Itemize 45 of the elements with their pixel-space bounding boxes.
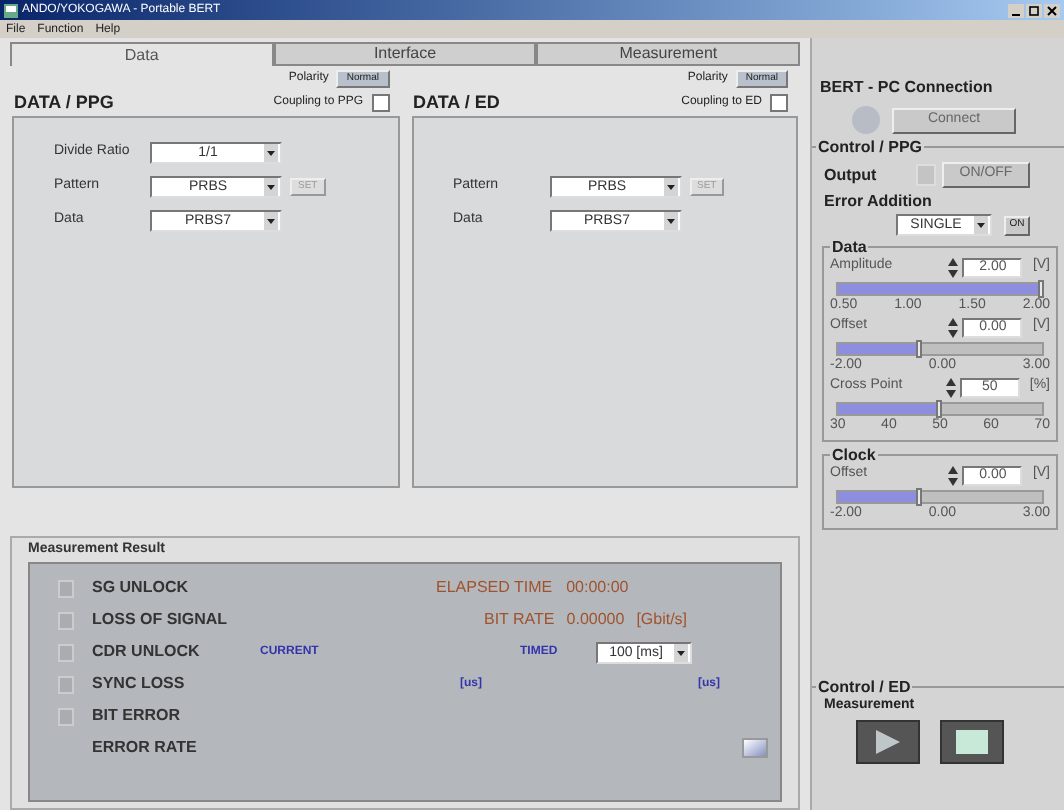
connection-title: BERT - PC Connection bbox=[818, 78, 995, 98]
close-icon[interactable] bbox=[1044, 3, 1060, 17]
error-addition-label: Error Addition bbox=[824, 192, 934, 212]
alarm-label: SYNC LOSS bbox=[92, 672, 187, 696]
minimize-icon[interactable] bbox=[1008, 3, 1024, 17]
tab[interactable]: Interface bbox=[273, 42, 537, 66]
slider-track[interactable] bbox=[836, 402, 1044, 416]
panel-title: DATA / ED bbox=[413, 89, 502, 116]
output-label: Output bbox=[824, 163, 879, 187]
bit-rate-value: 0.00000 bbox=[566, 608, 625, 632]
spin-arrows-icon[interactable] bbox=[948, 317, 959, 337]
app-icon bbox=[4, 3, 18, 17]
bit-rate-unit: [Gbit/s] bbox=[636, 608, 688, 632]
slider-thumb[interactable] bbox=[915, 340, 922, 358]
maximize-icon[interactable] bbox=[1026, 3, 1042, 17]
slider-thumb[interactable] bbox=[1038, 280, 1044, 298]
alarm-label: LOSS OF SIGNAL bbox=[92, 608, 230, 632]
tab[interactable]: Data bbox=[10, 42, 274, 66]
slider-thumb[interactable] bbox=[915, 488, 922, 506]
bit-rate-label: BIT RATE bbox=[484, 608, 555, 632]
alarm-label: BIT ERROR bbox=[92, 704, 182, 728]
tab[interactable]: Measurement bbox=[536, 42, 801, 66]
group-title: Control / PPG bbox=[816, 138, 924, 156]
panel-title: DATA / PPG bbox=[14, 89, 116, 116]
group-title: Control / ED bbox=[816, 678, 913, 696]
spin-arrows-icon[interactable] bbox=[945, 377, 956, 397]
slider-thumb[interactable] bbox=[936, 400, 942, 418]
alarm-label: CDR UNLOCK bbox=[92, 640, 202, 664]
slider-track[interactable] bbox=[836, 342, 1044, 356]
alarm-label: SG UNLOCK bbox=[92, 576, 190, 600]
group-title: Clock bbox=[830, 446, 878, 464]
elapsed-time-value: 00:00:00 bbox=[566, 576, 629, 600]
stop-button[interactable] bbox=[940, 720, 1004, 764]
slider-track[interactable] bbox=[836, 490, 1044, 504]
coupling-checkbox[interactable] bbox=[770, 94, 788, 112]
coupling-checkbox[interactable] bbox=[371, 94, 389, 112]
elapsed-time-label: ELAPSED TIME bbox=[436, 576, 553, 600]
play-icon bbox=[874, 728, 902, 756]
spin-arrows-icon[interactable] bbox=[948, 465, 959, 485]
spin-arrows-icon[interactable] bbox=[948, 257, 959, 277]
error-rate-label: ERROR RATE bbox=[92, 736, 199, 760]
group-title: Data bbox=[830, 238, 869, 256]
stop-icon bbox=[956, 730, 988, 754]
small-button[interactable] bbox=[742, 738, 768, 758]
play-button[interactable] bbox=[856, 720, 920, 764]
